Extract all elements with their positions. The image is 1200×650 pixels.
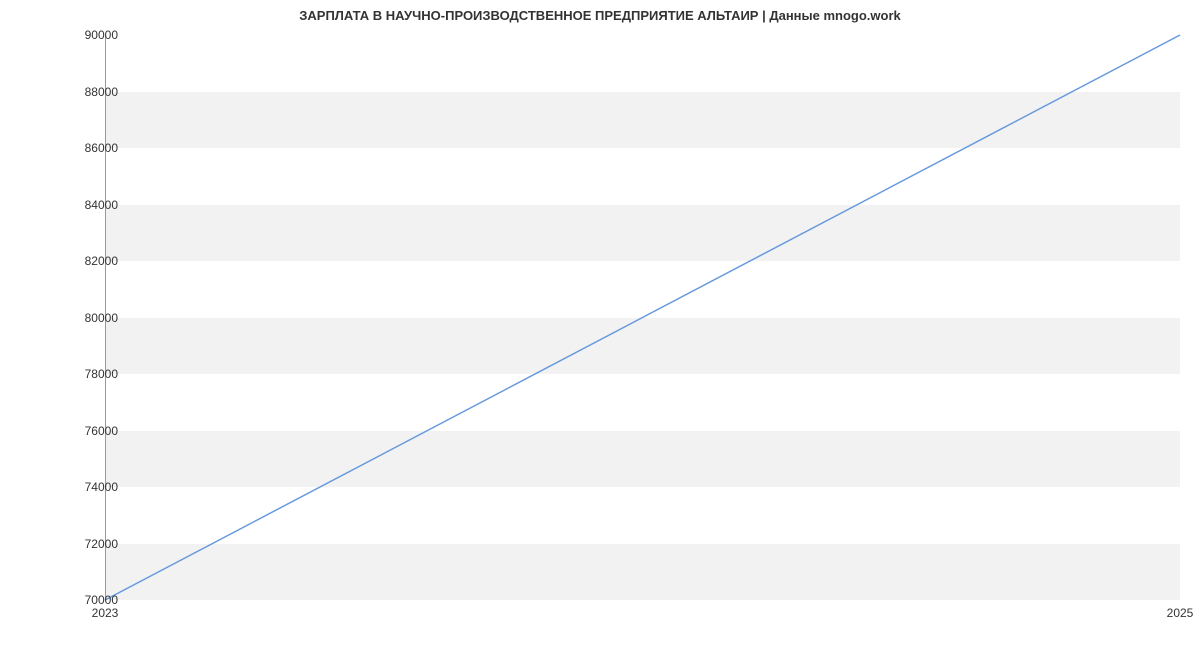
y-tick-label: 88000 — [68, 85, 118, 99]
chart-line-svg — [105, 35, 1180, 600]
y-tick-label: 78000 — [68, 367, 118, 381]
y-tick-label: 84000 — [68, 198, 118, 212]
y-tick-label: 90000 — [68, 28, 118, 42]
y-tick-label: 82000 — [68, 254, 118, 268]
chart-title: ЗАРПЛАТА В НАУЧНО-ПРОИЗВОДСТВЕННОЕ ПРЕДП… — [0, 0, 1200, 23]
chart-plot-area — [105, 35, 1180, 600]
y-tick-label: 72000 — [68, 537, 118, 551]
x-tick-label: 2023 — [92, 606, 119, 620]
data-line — [105, 35, 1180, 600]
y-tick-label: 76000 — [68, 424, 118, 438]
y-tick-label: 80000 — [68, 311, 118, 325]
y-tick-label: 86000 — [68, 141, 118, 155]
y-tick-label: 70000 — [68, 593, 118, 607]
x-tick-label: 2025 — [1167, 606, 1194, 620]
y-tick-label: 74000 — [68, 480, 118, 494]
